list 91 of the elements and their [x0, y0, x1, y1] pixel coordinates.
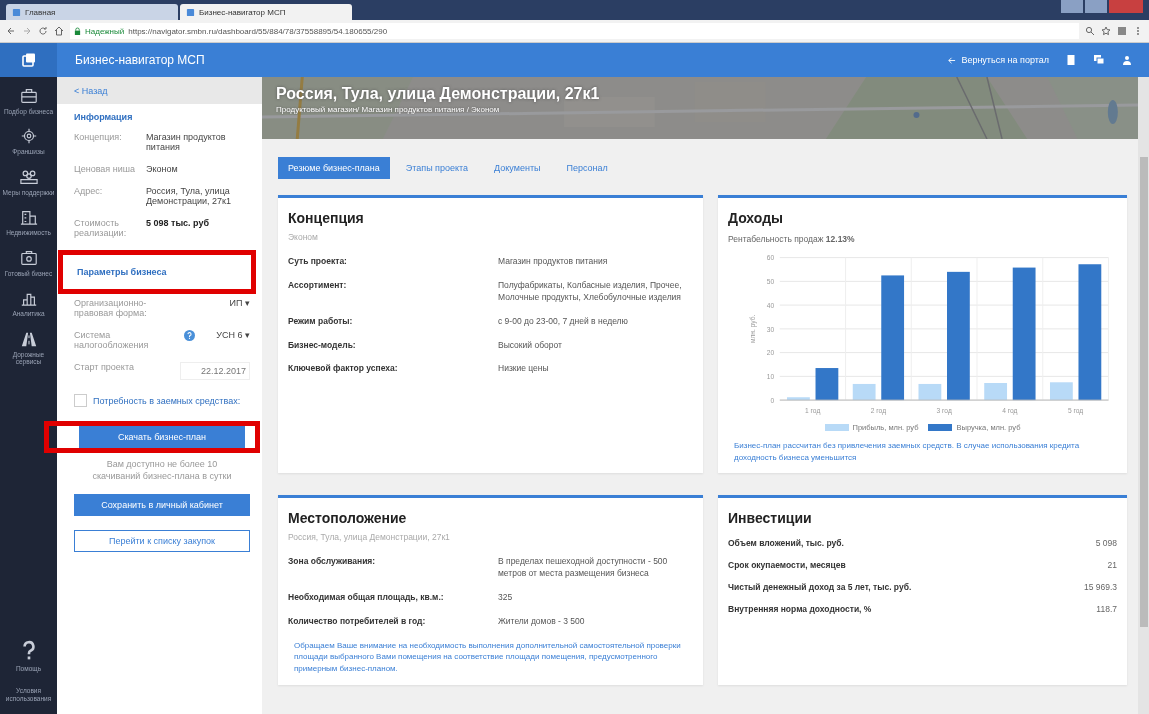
dropdown[interactable]: ИП ▾ [229, 298, 250, 308]
browser-tab[interactable]: Бизнес-навигатор МСП [180, 4, 352, 20]
row-label: Ключевой фактор успеха: [288, 363, 399, 376]
row-label: Режим работы: [288, 315, 354, 328]
back-link[interactable]: < Назад [74, 85, 108, 96]
row-value: с 9-00 до 23-00, 7 дней в неделю [498, 315, 629, 328]
field-label: Адрес: [74, 186, 104, 198]
section-heading: Параметры бизнеса [58, 250, 256, 294]
row-value: Низкие цены [498, 363, 550, 376]
row-value: Магазин продуктов питания [498, 256, 609, 268]
tab[interactable]: Резюме бизнес-плана [278, 157, 390, 179]
row-value: 15 969.3 [1083, 582, 1117, 593]
field-label: Система налогообложения [74, 330, 150, 350]
search-icon[interactable] [1085, 26, 1095, 36]
reload-icon[interactable] [38, 26, 48, 36]
card-title: Концепция [288, 210, 365, 226]
location-title: Россия, Тула, улица Демонстрации, 27к1 [276, 85, 601, 103]
star-icon[interactable] [1101, 26, 1111, 36]
chat-icon[interactable] [1093, 54, 1105, 66]
row-label: Бизнес-модель: [288, 339, 357, 352]
row-value: 325 [498, 591, 514, 604]
location-subtitle: Продуктовый магазин/ Магазин продуктов питания / Эконом [276, 105, 501, 114]
building-icon [19, 208, 38, 227]
save-button[interactable]: Сохранить в личный кабинет [74, 494, 250, 517]
download-button[interactable]: Скачать бизнес-план [79, 426, 245, 448]
field-label: Организационно-правовая форма: [74, 298, 148, 318]
lock-icon [74, 26, 81, 36]
card-title: Доходы [728, 210, 784, 226]
tab[interactable]: Этапы проекта [395, 157, 479, 179]
page-icon [186, 7, 195, 17]
page-icon [12, 7, 21, 17]
download-note: Вам доступно не более 10 скачиваний бизнес-плана в сутки [91, 459, 233, 483]
logo-icon[interactable] [20, 52, 37, 68]
tab[interactable]: Документы [484, 157, 551, 179]
profitability-text: Рентабельность продаж 12.13% [728, 234, 856, 244]
field-value: Россия, Тула, улица Демонстрации, 27к1 [146, 186, 233, 206]
bar [787, 397, 810, 401]
dropdown[interactable]: УСН 6 ▾ [216, 330, 250, 340]
card-title: Инвестиции [728, 510, 813, 527]
row-value: Высокий оборот [498, 339, 563, 352]
field-label: Стоимость реализации: [74, 218, 128, 238]
info-note: Обращаем Ваше внимание на необходимость выполнения дополнительной самостоятельной проверки площади выбранного Вами помещения на соответствие площади помещения, предусмотренного примерным бизнес-планом. [293, 639, 682, 675]
row-label: Объем вложений, тыс. руб. [728, 538, 845, 549]
checkbox-label: Потребность в заемных средствах: [93, 395, 241, 406]
row-label: Необходимая общая площадь, кв.м.: [288, 591, 445, 604]
field-value: 5 098 тыс. руб [146, 218, 211, 230]
help-icon[interactable] [184, 330, 195, 341]
browser-tab[interactable]: Главная [6, 4, 178, 20]
bar [815, 368, 839, 401]
purchases-button[interactable]: Перейти к списку закупок [74, 530, 250, 553]
row-label: Чистый денежный доход за 5 лет, тыс. руб. [728, 582, 913, 593]
arrow-left-icon [947, 55, 957, 65]
card-title: Местоположение [288, 510, 408, 527]
row-value: В пределах пешеходной доступности - 500 метров от места размещения бизнеса [498, 556, 669, 580]
briefcase-icon [19, 87, 38, 105]
card-subtitle: Эконом [288, 232, 319, 242]
tab[interactable]: Персонал [556, 157, 618, 179]
gear-icon [19, 127, 38, 146]
user-icon[interactable] [1121, 54, 1133, 66]
date-field[interactable]: 22.12.2017 [180, 362, 250, 380]
card-subtitle: Россия, Тула, улица Демонстрации, 27к1 [288, 532, 451, 543]
row-label: Зона обслуживания: [288, 556, 377, 569]
address-field[interactable]: Надежный https://navigator.smbn.ru/dashboard/55/884/78/37558895/54.180655/290 [70, 23, 1079, 39]
row-label: Срок окупаемости, месяцев [728, 560, 847, 571]
app-title: Бизнес-навигатор МСП [75, 53, 205, 67]
row-label: Суть проекта: [288, 256, 348, 268]
field-value: Эконом [146, 164, 179, 174]
document-icon[interactable] [1065, 54, 1077, 66]
row-label: Количество потребителей в год: [288, 615, 427, 628]
row-value: 21 [1107, 560, 1117, 571]
back-to-portal-link[interactable]: Вернуться на портал [947, 55, 1049, 65]
row-value: 5 098 [1095, 538, 1117, 549]
field-label: Концепция: [74, 132, 123, 144]
info-note: Бизнес-план рассчитан без привлечения заемных средств. В случае использования кредита доходность бизнеса уменьшится [733, 440, 1081, 464]
home-icon[interactable] [54, 26, 64, 36]
scrollbar-thumb[interactable] [1139, 157, 1148, 627]
row-value: Полуфабрикаты, Колбасные изделия, Прочее, Молочные продукты, Хлебобулочные изделия [498, 279, 683, 304]
field-label: Старт проекта [74, 362, 135, 372]
row-value: Жители домов - 3 500 [498, 615, 586, 628]
row-label: Внутренняя норма доходности, % [728, 604, 873, 615]
forward-arrow-icon[interactable] [22, 26, 32, 36]
case-icon [19, 248, 38, 267]
field-value: Магазин продуктов питания [146, 132, 227, 152]
extension-icon[interactable] [1117, 26, 1127, 36]
row-value: 118.7 [1096, 604, 1117, 615]
back-arrow-icon[interactable] [6, 26, 16, 36]
row-label: Ассортимент: [288, 279, 348, 292]
bar [1050, 382, 1073, 401]
field-label: Ценовая ниша [74, 164, 136, 174]
checkbox[interactable] [74, 394, 87, 407]
section-heading: Информация [74, 112, 134, 122]
